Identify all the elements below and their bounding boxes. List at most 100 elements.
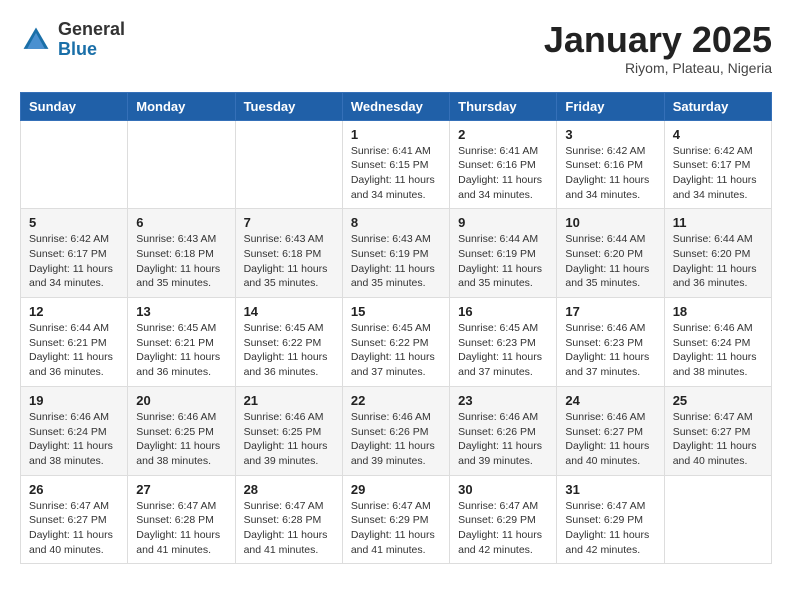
day-header-tuesday: Tuesday [235,92,342,120]
day-info: Sunrise: 6:45 AM Sunset: 6:23 PM Dayligh… [458,321,548,380]
day-info: Sunrise: 6:47 AM Sunset: 6:28 PM Dayligh… [244,499,334,558]
day-number: 7 [244,215,334,230]
day-info: Sunrise: 6:45 AM Sunset: 6:21 PM Dayligh… [136,321,226,380]
day-info: Sunrise: 6:46 AM Sunset: 6:23 PM Dayligh… [565,321,655,380]
calendar-day: 4 Sunrise: 6:42 AM Sunset: 6:17 PM Daylig… [664,120,771,209]
calendar-body: 1 Sunrise: 6:41 AM Sunset: 6:15 PM Daylig… [21,120,772,564]
day-info: Sunrise: 6:41 AM Sunset: 6:15 PM Dayligh… [351,144,441,203]
logo-general-text: General [58,19,125,39]
day-number: 10 [565,215,655,230]
day-number: 1 [351,127,441,142]
calendar-day: 28 Sunrise: 6:47 AM Sunset: 6:28 PM Dayli… [235,475,342,564]
calendar-day: 29 Sunrise: 6:47 AM Sunset: 6:29 PM Dayli… [342,475,449,564]
day-header-thursday: Thursday [450,92,557,120]
calendar-day: 16 Sunrise: 6:45 AM Sunset: 6:23 PM Dayli… [450,298,557,387]
calendar-day: 12 Sunrise: 6:44 AM Sunset: 6:21 PM Dayli… [21,298,128,387]
calendar-day: 14 Sunrise: 6:45 AM Sunset: 6:22 PM Dayli… [235,298,342,387]
calendar-day: 18Sunrise: 6:46 AM Sunset: 6:24 PM Dayli… [664,298,771,387]
calendar-day [664,475,771,564]
day-info: Sunrise: 6:46 AM Sunset: 6:26 PM Dayligh… [351,410,441,469]
day-info: Sunrise: 6:47 AM Sunset: 6:29 PM Dayligh… [458,499,548,558]
day-info: Sunrise: 6:44 AM Sunset: 6:20 PM Dayligh… [673,232,763,291]
day-number: 31 [565,482,655,497]
calendar-day [128,120,235,209]
calendar-day: 5 Sunrise: 6:42 AM Sunset: 6:17 PM Daylig… [21,209,128,298]
day-number: 22 [351,393,441,408]
day-info: Sunrise: 6:46 AM Sunset: 6:24 PM Dayligh… [29,410,119,469]
calendar-header-row: SundayMondayTuesdayWednesdayThursdayFrid… [21,92,772,120]
month-title: January 2025 [544,20,772,60]
calendar-table: SundayMondayTuesdayWednesdayThursdayFrid… [20,92,772,565]
day-number: 24 [565,393,655,408]
day-info: Sunrise: 6:44 AM Sunset: 6:21 PM Dayligh… [29,321,119,380]
day-number: 16 [458,304,548,319]
calendar-day [21,120,128,209]
calendar-day: 10 Sunrise: 6:44 AM Sunset: 6:20 PM Dayli… [557,209,664,298]
calendar-day: 2 Sunrise: 6:41 AM Sunset: 6:16 PM Daylig… [450,120,557,209]
day-info: Sunrise: 6:43 AM Sunset: 6:19 PM Dayligh… [351,232,441,291]
calendar-week-2: 5 Sunrise: 6:42 AM Sunset: 6:17 PM Daylig… [21,209,772,298]
page-header: General Blue January 2025 Riyom, Plateau… [20,20,772,76]
calendar-day: 15 Sunrise: 6:45 AM Sunset: 6:22 PM Dayli… [342,298,449,387]
day-number: 27 [136,482,226,497]
day-info: Sunrise: 6:47 AM Sunset: 6:27 PM Dayligh… [29,499,119,558]
day-number: 4 [673,127,763,142]
logo: General Blue [20,20,125,60]
day-info: Sunrise: 6:44 AM Sunset: 6:19 PM Dayligh… [458,232,548,291]
day-number: 8 [351,215,441,230]
day-number: 20 [136,393,226,408]
calendar-day: 23 Sunrise: 6:46 AM Sunset: 6:26 PM Dayli… [450,386,557,475]
day-number: 21 [244,393,334,408]
day-header-sunday: Sunday [21,92,128,120]
day-number: 5 [29,215,119,230]
day-number: 2 [458,127,548,142]
day-header-saturday: Saturday [664,92,771,120]
calendar-day: 25Sunrise: 6:47 AM Sunset: 6:27 PM Dayli… [664,386,771,475]
title-block: January 2025 Riyom, Plateau, Nigeria [544,20,772,76]
day-number: 29 [351,482,441,497]
day-number: 6 [136,215,226,230]
logo-text: General Blue [58,20,125,60]
day-info: Sunrise: 6:45 AM Sunset: 6:22 PM Dayligh… [351,321,441,380]
day-info: Sunrise: 6:46 AM Sunset: 6:27 PM Dayligh… [565,410,655,469]
day-number: 14 [244,304,334,319]
calendar-day: 11 Sunrise: 6:44 AM Sunset: 6:20 PM Dayli… [664,209,771,298]
day-info: Sunrise: 6:45 AM Sunset: 6:22 PM Dayligh… [244,321,334,380]
calendar-day: 20Sunrise: 6:46 AM Sunset: 6:25 PM Dayli… [128,386,235,475]
day-info: Sunrise: 6:42 AM Sunset: 6:16 PM Dayligh… [565,144,655,203]
day-header-wednesday: Wednesday [342,92,449,120]
calendar-day: 9Sunrise: 6:44 AM Sunset: 6:19 PM Daylig… [450,209,557,298]
day-header-friday: Friday [557,92,664,120]
calendar-day: 7Sunrise: 6:43 AM Sunset: 6:18 PM Daylig… [235,209,342,298]
day-number: 26 [29,482,119,497]
day-number: 18 [673,304,763,319]
calendar-day: 31 Sunrise: 6:47 AM Sunset: 6:29 PM Dayli… [557,475,664,564]
calendar-day: 17Sunrise: 6:46 AM Sunset: 6:23 PM Dayli… [557,298,664,387]
day-info: Sunrise: 6:42 AM Sunset: 6:17 PM Dayligh… [673,144,763,203]
logo-blue-text: Blue [58,39,97,59]
calendar-day: 24 Sunrise: 6:46 AM Sunset: 6:27 PM Dayli… [557,386,664,475]
calendar-day: 3Sunrise: 6:42 AM Sunset: 6:16 PM Daylig… [557,120,664,209]
day-number: 25 [673,393,763,408]
day-number: 15 [351,304,441,319]
logo-icon [20,24,52,56]
day-number: 28 [244,482,334,497]
calendar-day: 1 Sunrise: 6:41 AM Sunset: 6:15 PM Daylig… [342,120,449,209]
day-number: 23 [458,393,548,408]
calendar-day: 13 Sunrise: 6:45 AM Sunset: 6:21 PM Dayli… [128,298,235,387]
day-info: Sunrise: 6:46 AM Sunset: 6:25 PM Dayligh… [244,410,334,469]
day-number: 13 [136,304,226,319]
day-info: Sunrise: 6:47 AM Sunset: 6:29 PM Dayligh… [351,499,441,558]
day-number: 12 [29,304,119,319]
calendar-day: 19Sunrise: 6:46 AM Sunset: 6:24 PM Dayli… [21,386,128,475]
calendar-day: 22 Sunrise: 6:46 AM Sunset: 6:26 PM Dayli… [342,386,449,475]
day-number: 11 [673,215,763,230]
day-info: Sunrise: 6:44 AM Sunset: 6:20 PM Dayligh… [565,232,655,291]
calendar-day: 8 Sunrise: 6:43 AM Sunset: 6:19 PM Daylig… [342,209,449,298]
calendar-day: 6Sunrise: 6:43 AM Sunset: 6:18 PM Daylig… [128,209,235,298]
day-info: Sunrise: 6:46 AM Sunset: 6:26 PM Dayligh… [458,410,548,469]
day-info: Sunrise: 6:41 AM Sunset: 6:16 PM Dayligh… [458,144,548,203]
day-info: Sunrise: 6:47 AM Sunset: 6:29 PM Dayligh… [565,499,655,558]
day-info: Sunrise: 6:47 AM Sunset: 6:28 PM Dayligh… [136,499,226,558]
day-info: Sunrise: 6:42 AM Sunset: 6:17 PM Dayligh… [29,232,119,291]
